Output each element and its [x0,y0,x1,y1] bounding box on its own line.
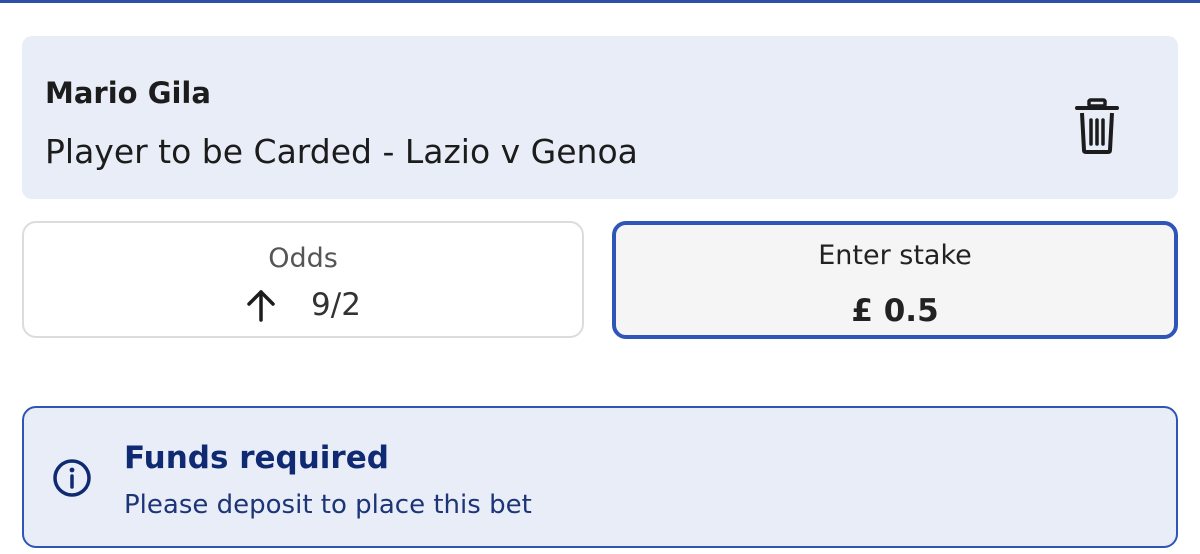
market-name: Player to be Carded - Lazio v Genoa [45,132,638,171]
arrow-up-icon [245,288,277,322]
bet-selection-card: Mario Gila Player to be Carded - Lazio v… [22,36,1178,199]
trash-icon [1075,98,1119,154]
odds-box: Odds 9/2 [22,221,584,338]
alert-title: Funds required [124,440,389,476]
funds-required-alert: Funds required Please deposit to place t… [22,406,1178,548]
odds-label: Odds [268,243,338,274]
odds-row: 9/2 [24,287,582,323]
info-icon [52,458,92,498]
stake-value: £ 0.5 [851,293,939,329]
alert-message: Please deposit to place this bet [124,490,532,520]
player-name: Mario Gila [45,76,211,110]
odds-value: 9/2 [311,287,361,323]
stake-label: Enter stake [818,240,972,271]
stake-input[interactable]: Enter stake £ 0.5 [612,221,1178,339]
delete-selection-button[interactable] [1072,96,1122,156]
top-divider [0,0,1200,3]
